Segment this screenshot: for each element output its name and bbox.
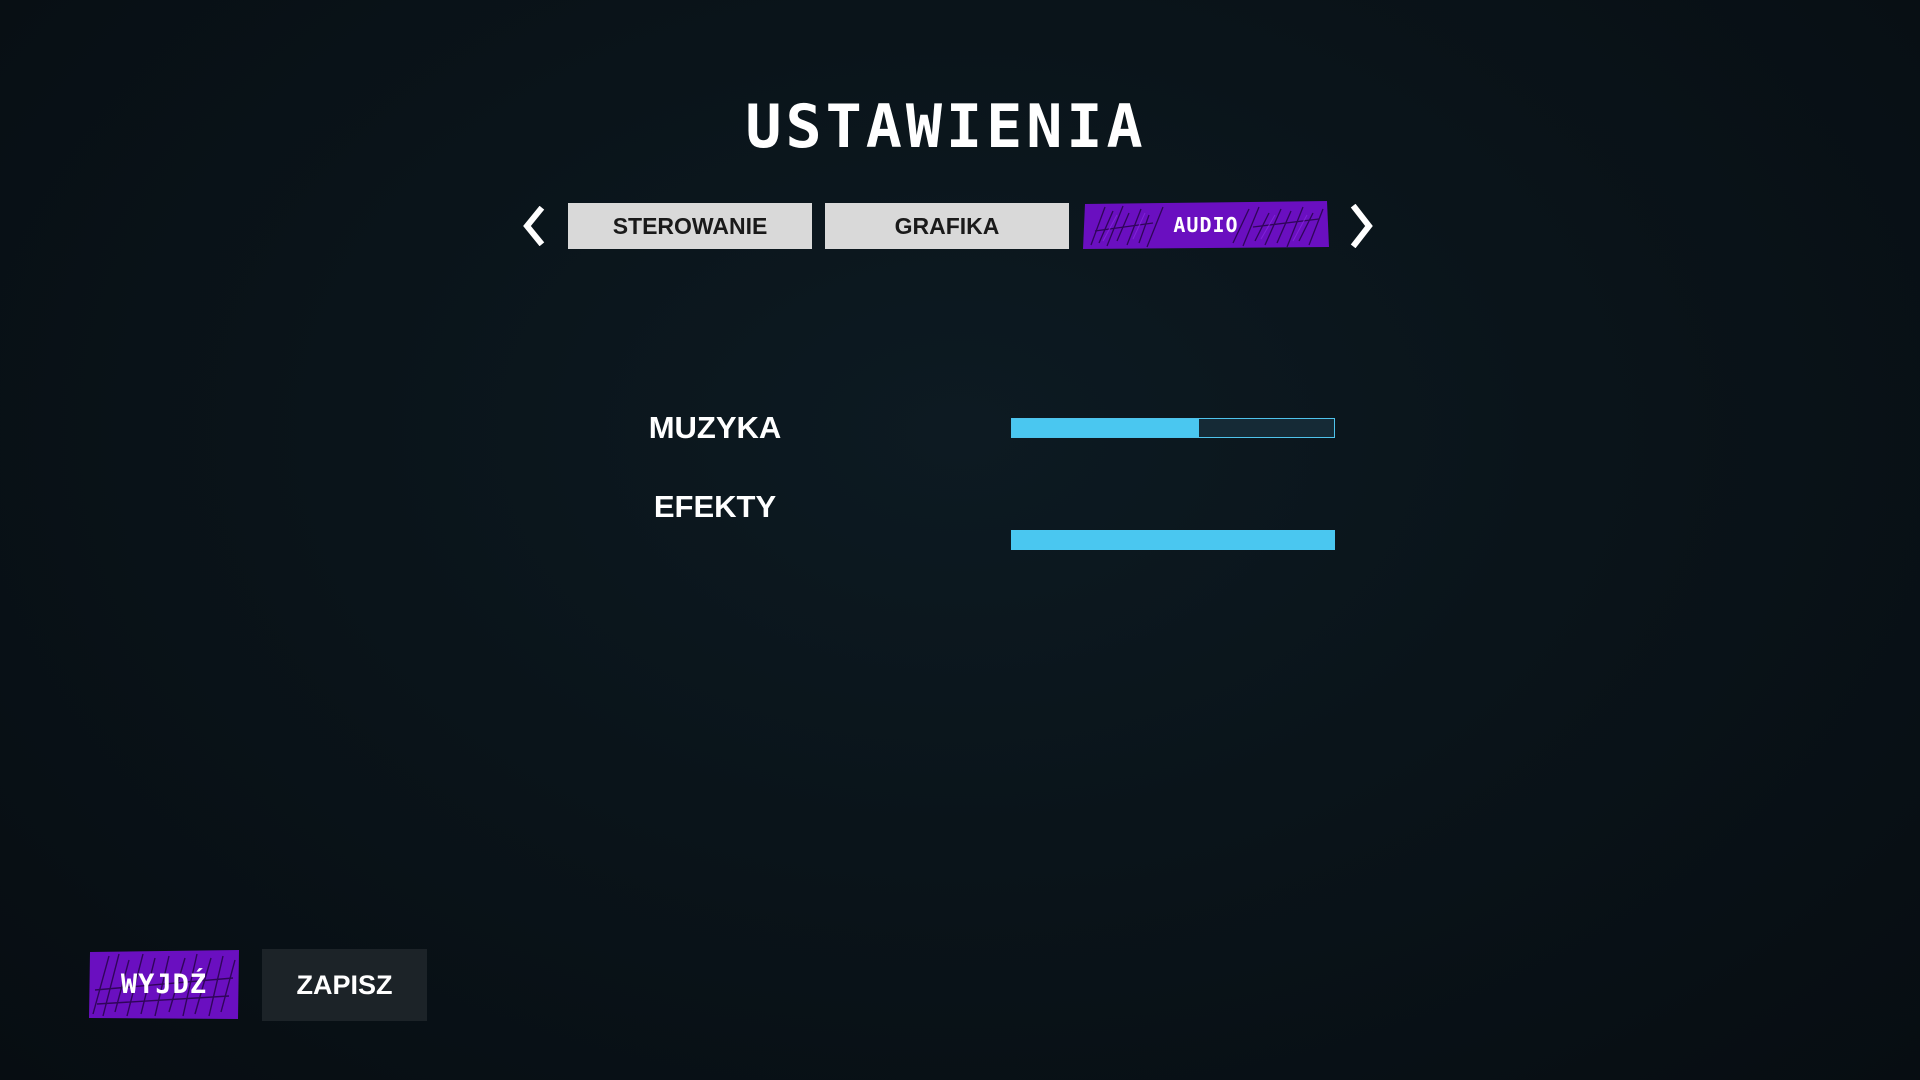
effects-slider-fill	[1011, 530, 1335, 550]
music-volume-slider[interactable]	[1011, 418, 1335, 438]
next-tab-button[interactable]	[1342, 203, 1382, 249]
save-button-label: ZAPISZ	[296, 969, 393, 1000]
tab-graphics[interactable]: GRAFIKA	[825, 203, 1069, 249]
music-slider-fill	[1012, 419, 1199, 437]
save-button[interactable]: ZAPISZ	[262, 949, 427, 1021]
tab-controls[interactable]: STEROWANIE	[568, 203, 812, 249]
prev-tab-button[interactable]	[514, 203, 554, 249]
tab-audio-label: AUDIO	[1173, 213, 1239, 237]
music-label: MUZYKA	[648, 410, 782, 445]
tab-audio[interactable]: AUDIO	[1083, 201, 1329, 249]
effects-volume-slider[interactable]	[1011, 530, 1335, 550]
chevron-left-icon	[523, 206, 545, 246]
chevron-right-icon	[1350, 204, 1373, 248]
tab-controls-label: STEROWANIE	[612, 212, 768, 239]
effects-label: EFEKTY	[653, 489, 777, 524]
page-title: USTAWIENIA	[745, 92, 1147, 162]
exit-button[interactable]: WYJDŹ	[89, 950, 239, 1019]
settings-tab-bar: STEROWANIE GRAFIKA AUDIO	[0, 201, 1920, 249]
exit-button-label: WYJDŹ	[120, 969, 208, 1000]
tab-graphics-label: GRAFIKA	[894, 212, 1000, 239]
